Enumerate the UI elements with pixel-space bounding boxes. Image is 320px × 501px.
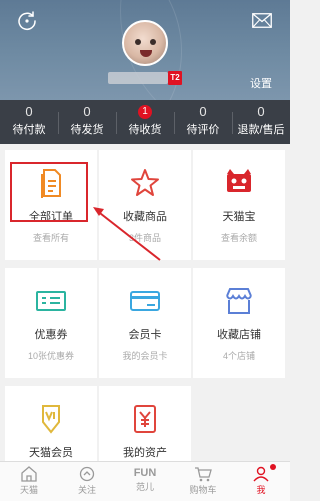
card-title: 天猫会员 xyxy=(29,447,73,459)
tab-label: 范儿 xyxy=(135,482,154,492)
card-favorite-shops[interactable]: 收藏店铺 4个店铺 xyxy=(193,268,285,378)
tab-tmall-home[interactable]: 天猫 xyxy=(0,462,58,501)
status-label: 待发货 xyxy=(70,124,104,136)
vip-member-icon xyxy=(42,405,60,434)
tab-label: 我 xyxy=(256,485,266,495)
tab-label: 购物车 xyxy=(189,485,217,495)
status-pending-payment[interactable]: 0 待付款 xyxy=(0,100,58,144)
star-icon xyxy=(131,169,159,196)
highlight-box xyxy=(10,162,88,222)
card-subtitle: 3件商品 xyxy=(128,233,161,243)
refresh-icon[interactable] xyxy=(16,10,38,32)
status-refund[interactable]: 0 退款/售后 xyxy=(232,100,290,144)
cart-icon xyxy=(195,467,212,482)
me-icon xyxy=(253,466,269,482)
card-subtitle: 查看所有 xyxy=(32,233,69,243)
card-subtitle: 查看余额 xyxy=(220,233,257,243)
tmall-treasure-icon xyxy=(227,169,251,192)
status-label: 退款/售后 xyxy=(237,124,285,136)
tab-follow[interactable]: 关注 xyxy=(58,462,116,501)
status-count: 0 xyxy=(25,104,33,119)
avatar-mouth xyxy=(140,50,152,57)
card-vip-card[interactable]: 会员卡 我的会员卡 xyxy=(99,268,191,378)
follow-icon xyxy=(79,466,95,482)
status-count: 0 xyxy=(257,104,265,119)
level-badge: T2 xyxy=(168,71,182,85)
vip-card-icon xyxy=(130,291,160,311)
card-title: 我的资产 xyxy=(123,447,167,459)
order-status-bar: 0 待付款 0 待发货 1 待收货 0 待评价 0 退款/售后 xyxy=(0,100,290,144)
assets-icon xyxy=(134,405,156,433)
tab-me[interactable]: 我 xyxy=(232,462,290,501)
card-tmall-treasure[interactable]: 天猫宝 查看余额 xyxy=(193,150,285,260)
avatar-eye xyxy=(150,39,156,45)
status-pending-shipment[interactable]: 0 待发货 xyxy=(58,100,116,144)
username-redacted xyxy=(108,72,168,84)
card-tmall-member[interactable]: 天猫会员 xyxy=(5,386,97,461)
bottom-tab-bar: 天猫 关注 FUN 范儿 购物车 我 xyxy=(0,461,290,501)
status-count-badge: 1 xyxy=(138,105,152,119)
tab-label: 天猫 xyxy=(19,485,38,495)
card-favorite-items[interactable]: 收藏商品 3件商品 xyxy=(99,150,191,260)
avatar-eye xyxy=(135,39,141,45)
status-label: 待收货 xyxy=(128,124,162,136)
coupon-icon xyxy=(36,291,66,311)
card-my-assets[interactable]: 我的资产 xyxy=(99,386,191,461)
status-pending-review[interactable]: 0 待评价 xyxy=(174,100,232,144)
status-pending-receipt[interactable]: 1 待收货 xyxy=(116,100,174,144)
message-icon[interactable] xyxy=(252,13,272,28)
card-coupons[interactable]: 优惠券 10张优惠券 xyxy=(5,268,97,378)
card-subtitle: 4个店铺 xyxy=(222,351,255,361)
card-title: 收藏商品 xyxy=(123,211,167,223)
card-title: 收藏店铺 xyxy=(217,329,261,341)
card-subtitle: 10张优惠券 xyxy=(27,351,74,361)
status-count: 0 xyxy=(199,104,207,119)
status-label: 待评价 xyxy=(186,124,220,136)
home-icon xyxy=(21,466,37,482)
card-title: 优惠券 xyxy=(34,329,68,341)
tab-label: 关注 xyxy=(77,485,96,495)
card-title: 天猫宝 xyxy=(222,211,256,223)
avatar[interactable] xyxy=(122,20,168,66)
fun-icon: FUN xyxy=(133,467,157,479)
card-subtitle: 我的会员卡 xyxy=(122,351,168,361)
status-count: 0 xyxy=(83,104,91,119)
profile-header: T2 设置 xyxy=(0,0,290,100)
notification-dot xyxy=(270,464,276,470)
tab-fun[interactable]: FUN 范儿 xyxy=(116,462,174,501)
card-title: 会员卡 xyxy=(128,329,162,341)
status-label: 待付款 xyxy=(12,124,46,136)
tab-cart[interactable]: 购物车 xyxy=(174,462,232,501)
settings-link[interactable]: 设置 xyxy=(250,75,272,91)
shop-icon xyxy=(226,288,252,314)
